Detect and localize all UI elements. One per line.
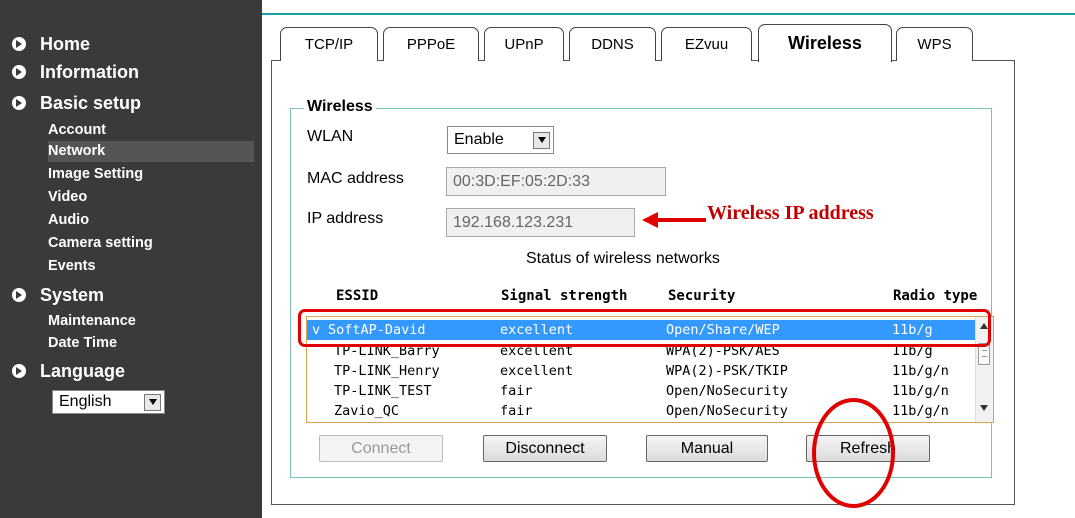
nav-information[interactable]: Information [12,61,139,83]
tab-wireless[interactable]: Wireless [758,24,892,62]
row-radio: 11b/g/n [892,363,949,379]
tab-pppoe[interactable]: PPPoE [383,27,479,61]
nav-image-setting[interactable]: Image Setting [48,164,254,185]
annotation-text: Wireless IP address [707,202,874,224]
network-row[interactable]: TP-LINK_Henry excellent WPA(2)-PSK/TKIP … [307,361,977,381]
ip-label: IP address [307,210,384,227]
col-radio: Radio type [893,288,978,304]
row-signal: fair [500,383,533,399]
row-security: Open/NoSecurity [666,403,788,419]
row-radio: 11b/g/n [892,403,949,419]
chevron-down-icon[interactable] [533,131,550,149]
annotation-arrow [642,212,706,228]
status-title: Status of wireless networks [526,250,720,267]
ip-field[interactable]: 192.168.123.231 [446,208,635,237]
nav-language[interactable]: Language [12,360,125,382]
scroll-down-icon[interactable] [980,405,988,411]
disconnect-button[interactable]: Disconnect [483,435,607,462]
wlan-label: WLAN [307,128,354,145]
nav-basic-setup-label: Basic setup [40,92,142,113]
nav-home-label: Home [40,33,91,54]
row-essid: TP-LINK_TEST [334,383,432,399]
nav-account[interactable]: Account [48,120,254,141]
nav-video[interactable]: Video [48,187,254,208]
language-select[interactable]: English [52,390,165,414]
nav-language-label: Language [40,360,126,381]
wlan-select[interactable]: Enable [447,126,554,154]
wlan-value: Enable [454,131,504,148]
nav-events[interactable]: Events [48,256,254,277]
nav-date-time[interactable]: Date Time [48,333,254,354]
network-row[interactable]: TP-LINK_TEST fair Open/NoSecurity 11b/g/… [307,381,977,401]
nav-home[interactable]: Home [12,33,90,55]
bullet-icon [12,65,26,79]
sidebar: Home Information Basic setup Account Net… [0,0,1075,518]
col-security: Security [668,288,736,304]
tab-ezvuu[interactable]: EZvuu [661,27,752,61]
nav-network[interactable]: Network [48,141,254,162]
bullet-icon [12,364,26,378]
highlight-circle [812,398,895,508]
nav-basic-setup[interactable]: Basic setup [12,92,141,114]
bullet-icon [12,37,26,51]
nav-audio[interactable]: Audio [48,210,254,231]
nav-system[interactable]: System [12,284,104,306]
connect-button[interactable]: Connect [319,435,443,462]
tab-ddns[interactable]: DDNS [569,27,656,61]
tab-upnp[interactable]: UPnP [484,27,564,61]
row-radio: 11b/g/n [892,383,949,399]
row-security: WPA(2)-PSK/TKIP [666,363,788,379]
highlight-box [298,309,991,347]
tab-tcp-ip[interactable]: TCP/IP [280,27,378,61]
nav-information-label: Information [40,61,139,82]
row-signal: excellent [500,363,574,379]
nav-camera-setting[interactable]: Camera setting [48,233,254,254]
row-security: Open/NoSecurity [666,383,788,399]
wireless-legend: Wireless [304,98,376,116]
col-signal: Signal strength [501,288,628,304]
nav-maintenance[interactable]: Maintenance [48,311,254,332]
col-essid: ESSID [336,288,379,304]
mac-field[interactable]: 00:3D:EF:05:2D:33 [446,167,666,196]
row-signal: fair [500,403,533,419]
row-essid: TP-LINK_Henry [334,363,440,379]
language-value: English [59,393,112,410]
top-accent-line [262,13,1075,15]
manual-button[interactable]: Manual [646,435,768,462]
mac-label: MAC address [307,170,404,187]
bullet-icon [12,96,26,110]
tab-wps[interactable]: WPS [896,27,973,61]
bullet-icon [12,288,26,302]
row-essid: Zavio_QC [334,403,400,419]
chevron-down-icon[interactable] [144,393,161,411]
nav-system-label: System [40,284,105,305]
